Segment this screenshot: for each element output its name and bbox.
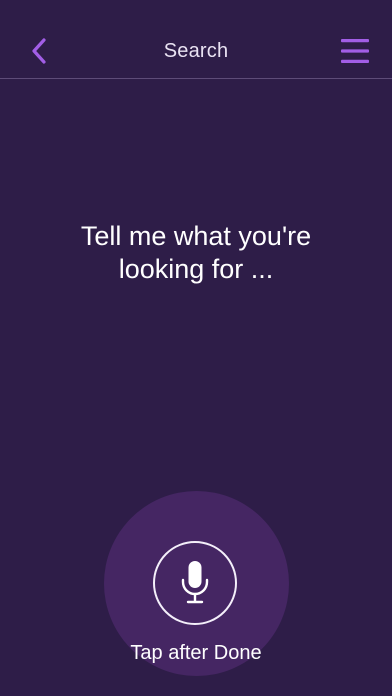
microphone-button[interactable]	[153, 541, 237, 625]
hamburger-menu-icon	[341, 39, 369, 63]
tap-hint-text: Tap after Done	[130, 642, 262, 664]
page-title: Search	[163, 40, 229, 62]
header-bar: Search	[0, 0, 392, 79]
menu-button[interactable]	[338, 36, 372, 66]
voice-prompt-text: Tell me what you're looking for ...	[80, 221, 312, 284]
microphone-icon	[181, 561, 209, 604]
voice-search-screen: Search Tell me what you're looking for .…	[0, 0, 392, 696]
